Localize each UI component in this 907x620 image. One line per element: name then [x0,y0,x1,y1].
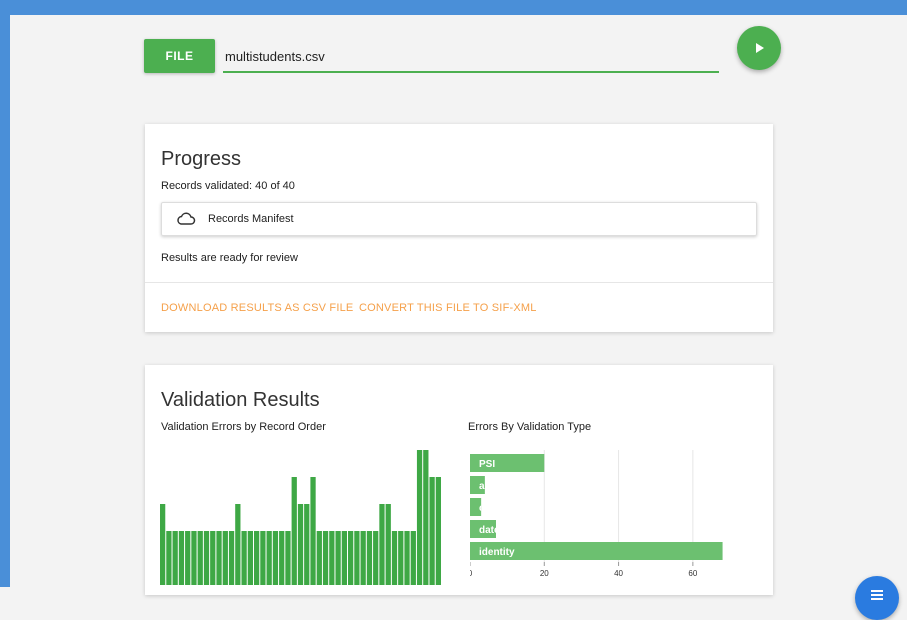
record-bar [197,531,203,585]
record-bar [203,531,210,585]
download-csv-button[interactable]: DOWNLOAD RESULTS AS CSV FILE [161,302,353,314]
record-bar [348,531,354,585]
record-bar [297,504,304,585]
tick-label: 60 [688,569,697,578]
errors-by-record-chart [160,450,441,585]
file-name-input[interactable]: multistudents.csv [223,45,719,73]
records-manifest[interactable]: Records Manifest [161,202,757,236]
record-bar [254,531,260,585]
tick-label: 40 [614,569,623,578]
record-bar [435,477,441,585]
bar-label: as [479,481,491,492]
play-icon [756,43,764,53]
record-bar [360,531,366,585]
record-bar [385,504,391,585]
progress-card: Progress Records validated: 40 of 40 Rec… [145,124,773,332]
convert-sif-xml-button[interactable]: CONVERT THIS FILE TO SIF-XML [359,302,537,314]
record-bar [423,450,429,585]
record-bar [429,477,435,585]
right-chart-title: Errors By Validation Type [468,421,592,433]
record-bar [285,531,291,585]
record-bar [260,531,266,585]
bar-label: date [479,525,500,536]
record-bar [416,450,423,585]
record-bar [266,531,272,585]
record-bar [241,531,247,585]
window-top-bar [0,0,907,15]
record-bar [391,531,398,585]
record-bar [398,531,404,585]
tick-label: 0 [470,569,473,578]
record-bar [160,504,166,585]
bar-label: identity [479,547,515,558]
record-bar [216,531,222,585]
tick-label: 20 [540,569,549,578]
record-bar [166,531,172,585]
record-bar [228,531,235,585]
record-bar [366,531,373,585]
validation-results-title: Validation Results [161,389,320,411]
progress-title: Progress [161,148,242,170]
record-bar [272,531,279,585]
record-bar [279,531,285,585]
validation-results-card: Validation Results Validation Errors by … [145,365,773,595]
bar-label: PSI [479,459,495,470]
cloud-icon [176,212,196,226]
record-bar [354,531,360,585]
record-bar [373,531,379,585]
menu-fab-button[interactable] [855,576,899,620]
record-bar [222,531,228,585]
record-bar [410,531,416,585]
record-bar [310,477,316,585]
record-bar [178,531,185,585]
record-bar [235,504,241,585]
run-validation-button[interactable] [737,26,781,70]
record-bar [304,504,310,585]
page: FILE multistudents.csv Progress Records … [10,15,907,620]
record-bar [172,531,178,585]
left-chart-title: Validation Errors by Record Order [161,421,326,433]
results-status-text: Results are ready for review [161,252,298,264]
record-bar [291,477,297,585]
window-left-edge [0,0,10,587]
record-bar [247,531,253,585]
record-bar [379,504,385,585]
errors-by-type-chart: PSI as c date identity 0 20 40 60 [470,450,723,578]
records-manifest-label: Records Manifest [208,213,294,225]
record-bar [341,531,347,585]
record-bar [329,531,335,585]
record-bar [316,531,322,585]
record-bar [191,531,197,585]
record-bar [185,531,191,585]
record-bar [322,531,329,585]
record-bar [404,531,410,585]
records-validated-text: Records validated: 40 of 40 [161,180,295,192]
record-bar [210,531,216,585]
bar-label: c [479,503,485,514]
menu-icon [871,590,883,600]
card-divider [145,282,773,283]
file-button[interactable]: FILE [144,39,215,73]
record-bar [335,531,341,585]
